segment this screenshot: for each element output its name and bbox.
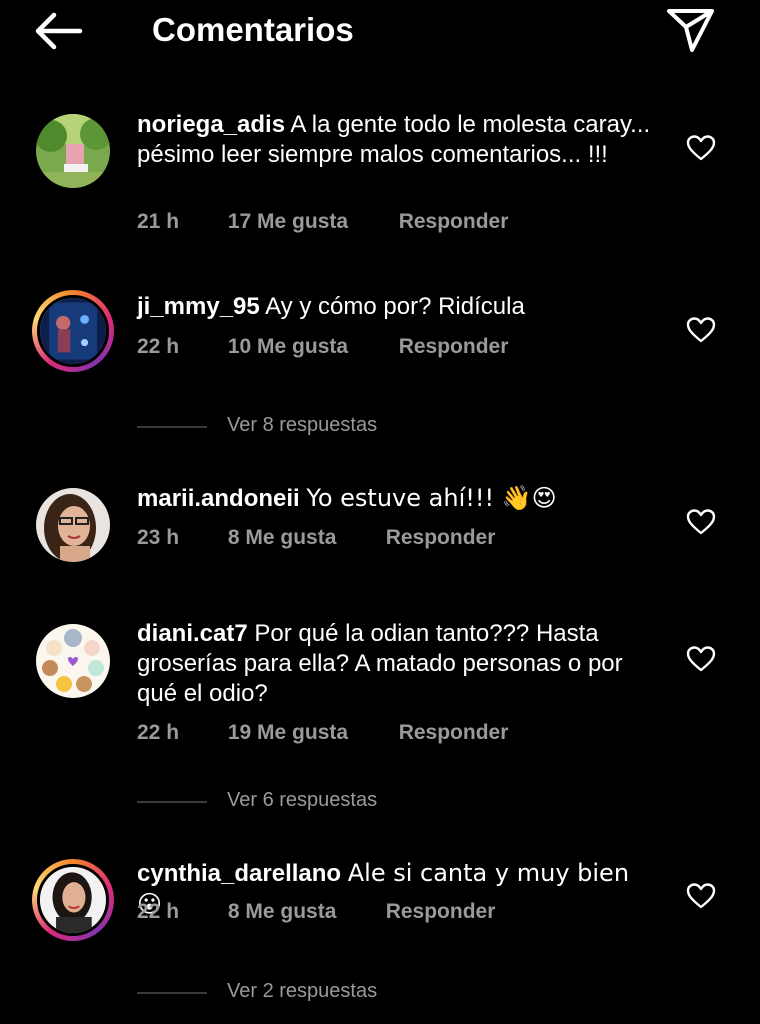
replies-divider	[137, 992, 207, 994]
comment-body: Ay y cómo por? Ridícula	[265, 293, 525, 320]
comment-text: ji_mmy_95 Ay y cómo por? Ridícula	[137, 292, 657, 322]
view-replies-label: Ver 2 respuestas	[227, 980, 378, 1002]
comment-text: marii.andoneii Yo estuve ahí!!! 👋😍	[137, 483, 657, 514]
replies-divider	[137, 426, 207, 428]
share-button[interactable]	[662, 4, 718, 56]
arrow-left-icon	[35, 12, 83, 50]
avatar-image	[40, 298, 106, 364]
page-title: Comentarios	[152, 11, 354, 48]
heart-icon[interactable]	[686, 316, 716, 344]
reply-button[interactable]: Responder	[399, 721, 509, 745]
avatar[interactable]	[32, 484, 114, 566]
view-replies-label: Ver 8 respuestas	[227, 414, 378, 436]
avatar[interactable]	[32, 110, 114, 192]
like-count[interactable]: 17 Me gusta	[228, 210, 393, 234]
reply-button[interactable]: Responder	[386, 900, 496, 924]
comment-body: Yo estuve ahí!!! 👋😍	[306, 484, 557, 512]
comment-text: noriega_adis A la gente todo le molesta …	[137, 110, 657, 170]
heart-icon[interactable]	[686, 645, 716, 673]
like-count[interactable]: 8 Me gusta	[228, 900, 380, 924]
comment-meta: 21 h 17 Me gusta Responder	[137, 210, 508, 234]
paper-plane-icon	[667, 9, 714, 52]
reply-button[interactable]: Responder	[399, 210, 509, 234]
username[interactable]: marii.andoneii	[137, 485, 300, 512]
avatar[interactable]	[32, 859, 114, 941]
comment-meta: 22 h 19 Me gusta Responder	[137, 721, 508, 745]
replies-divider	[137, 801, 207, 803]
timestamp: 22 h	[137, 900, 180, 923]
avatar-image	[40, 867, 106, 933]
username[interactable]: ji_mmy_95	[137, 293, 260, 320]
like-count[interactable]: 19 Me gusta	[228, 721, 393, 745]
comment-meta: 22 h 10 Me gusta Responder	[137, 335, 508, 359]
timestamp: 22 h	[137, 335, 180, 358]
comment-text: diani.cat7 Por qué la odian tanto??? Has…	[137, 619, 657, 709]
username[interactable]: diani.cat7	[137, 620, 248, 647]
back-button[interactable]	[30, 10, 86, 52]
heart-icon[interactable]	[686, 508, 716, 536]
comment-meta: 23 h 8 Me gusta Responder	[137, 526, 495, 550]
username[interactable]: noriega_adis	[137, 111, 285, 138]
avatar-image	[36, 114, 110, 188]
avatar[interactable]	[32, 620, 114, 702]
avatar-image	[36, 488, 110, 562]
reply-button[interactable]: Responder	[399, 335, 509, 359]
timestamp: 21 h	[137, 210, 180, 233]
timestamp: 23 h	[137, 526, 180, 549]
like-count[interactable]: 10 Me gusta	[228, 335, 393, 359]
like-count[interactable]: 8 Me gusta	[228, 526, 380, 550]
heart-icon[interactable]	[686, 882, 716, 910]
avatar-image	[36, 624, 110, 698]
avatar[interactable]	[32, 290, 114, 372]
comment-meta: 22 h 8 Me gusta Responder	[137, 900, 495, 924]
heart-icon[interactable]	[686, 134, 716, 162]
timestamp: 22 h	[137, 721, 180, 744]
username[interactable]: cynthia_darellano	[137, 860, 341, 887]
top-bar: Comentarios	[0, 0, 760, 62]
reply-button[interactable]: Responder	[386, 526, 496, 550]
view-replies-label: Ver 6 respuestas	[227, 789, 378, 811]
